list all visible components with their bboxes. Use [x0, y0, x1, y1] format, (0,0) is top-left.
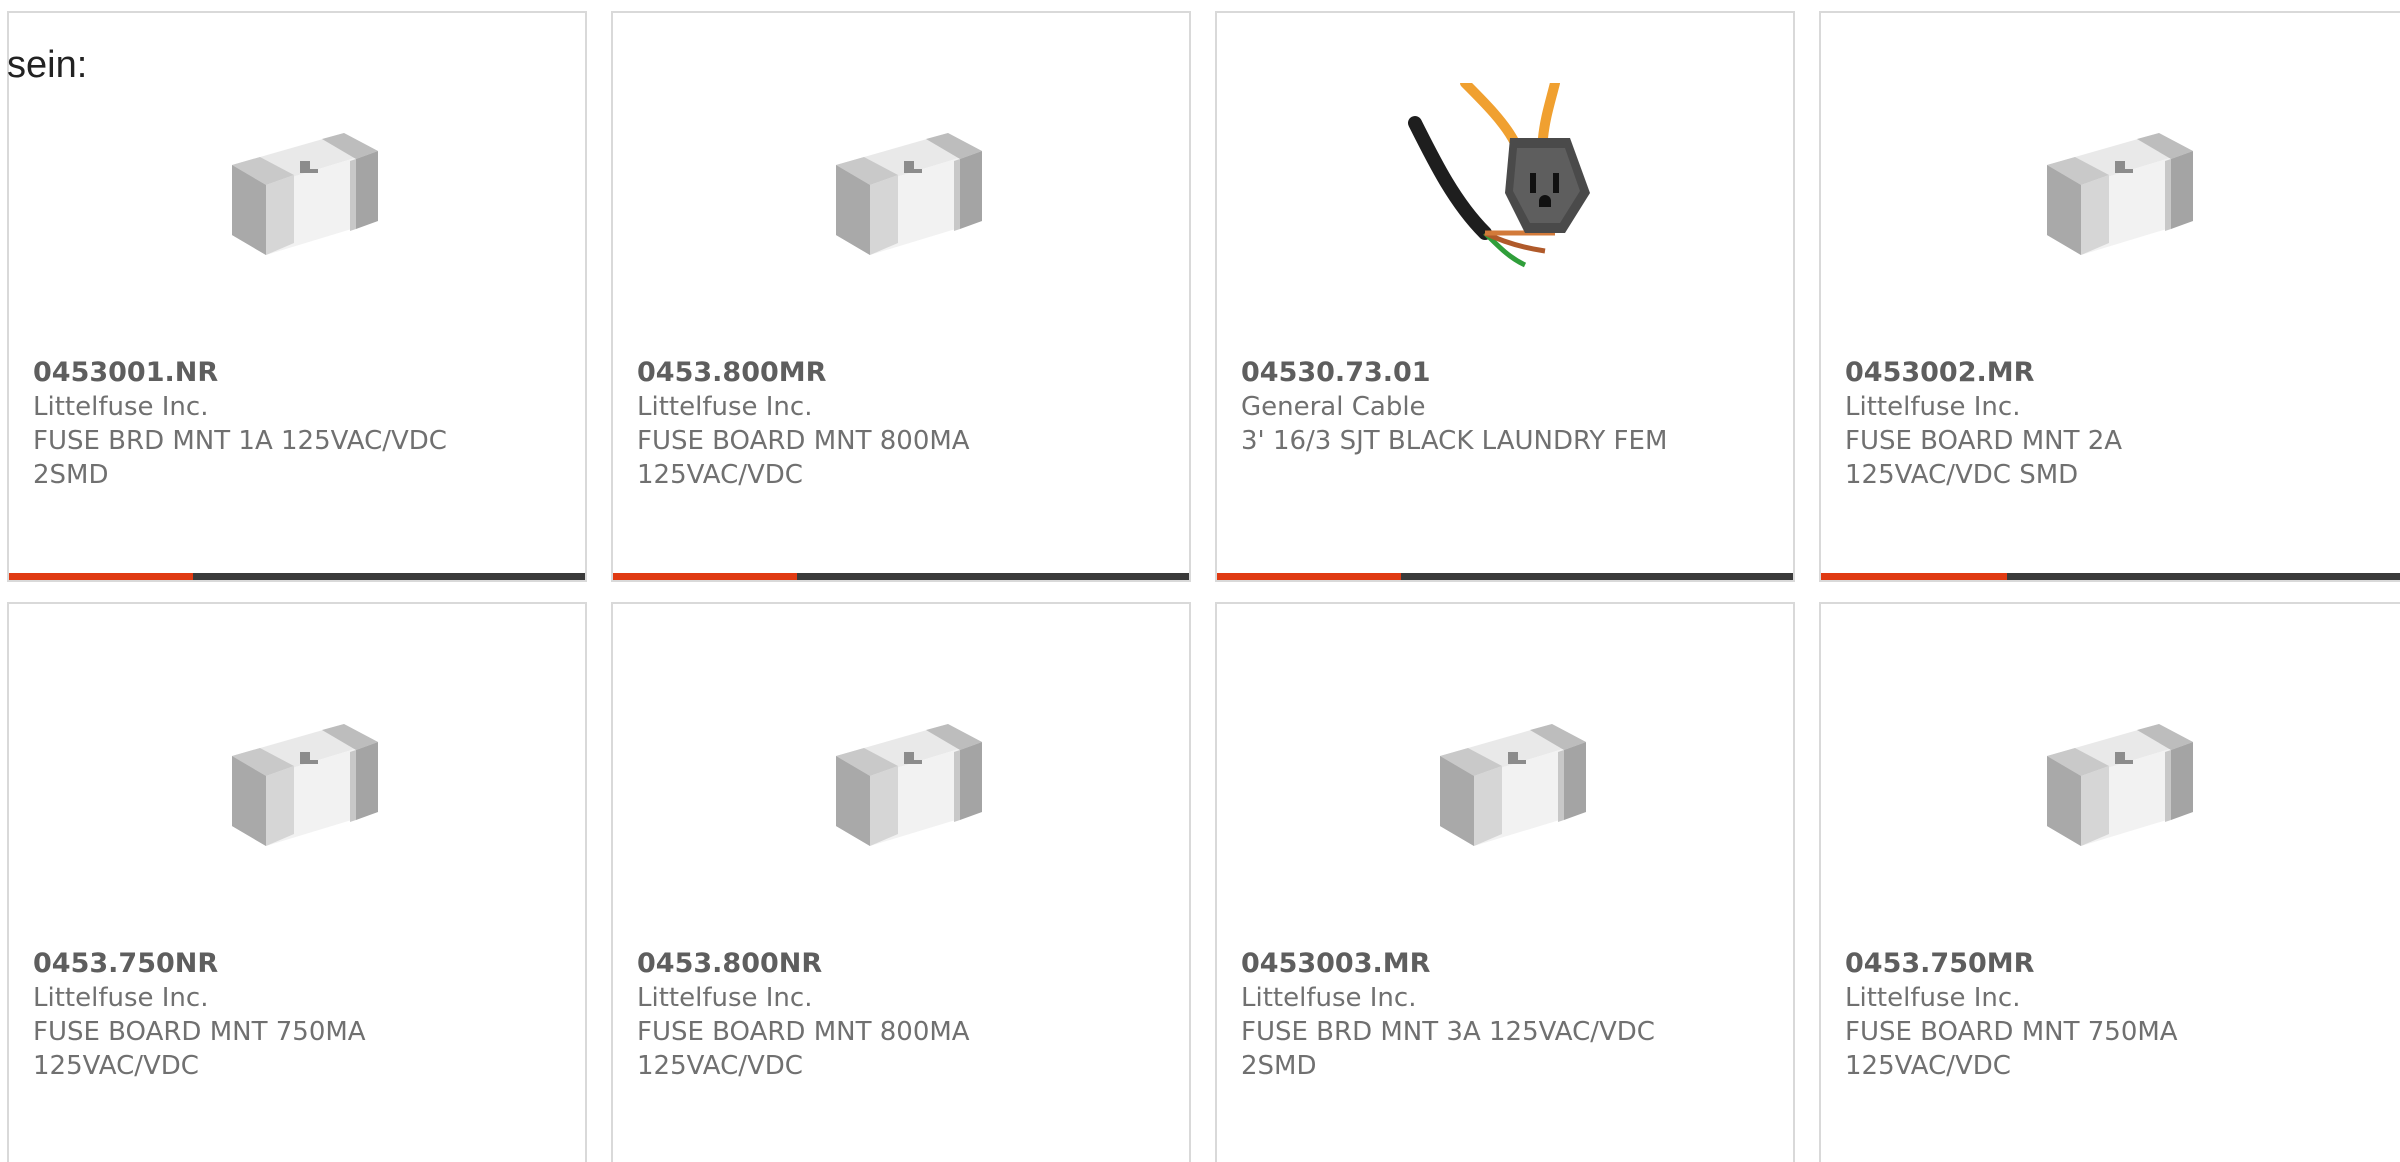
product-description: FUSE BOARD MNT 800MA 125VAC/VDC — [637, 1017, 970, 1081]
manufacturer-name: Littelfuse Inc. — [637, 392, 813, 422]
smd-fuse-image[interactable] — [613, 73, 1189, 293]
product-info: 0453003.MR Littelfuse Inc. FUSE BRD MNT 3A… — [1241, 947, 1773, 1083]
product-description: FUSE BOARD MNT 800MA 125VAC/VDC — [637, 426, 970, 490]
overlay-label: sein: — [7, 44, 88, 86]
card-progress-fill — [9, 573, 194, 580]
product-description: FUSE BOARD MNT 750MA 125VAC/VDC — [1845, 1017, 2178, 1081]
manufacturer-name: Littelfuse Inc. — [1845, 983, 2021, 1013]
product-card[interactable]: 04530.73.01 General Cable 3' 16/3 SJT BLAC… — [1215, 11, 1795, 582]
smd-fuse-image[interactable] — [1217, 664, 1793, 884]
smd-fuse-image[interactable] — [613, 664, 1189, 884]
product-description: FUSE BRD MNT 1A 125VAC/VDC 2SMD — [33, 426, 447, 490]
card-progress-bar — [1217, 573, 1793, 580]
manufacturer-name: Littelfuse Inc. — [1241, 983, 1417, 1013]
product-description: FUSE BOARD MNT 750MA 125VAC/VDC — [33, 1017, 366, 1081]
part-number-link[interactable]: 04530.73.01 — [1241, 356, 1773, 390]
smd-fuse-image[interactable] — [9, 664, 585, 884]
part-number-link[interactable]: 0453001.NR — [33, 356, 565, 390]
product-card[interactable]: 0453.750MR Littelfuse Inc. FUSE BOARD MNT … — [1819, 602, 2400, 1162]
card-progress-bar — [9, 573, 585, 580]
part-number-link[interactable]: 0453.800MR — [637, 356, 1169, 390]
product-info: 0453.750NR Littelfuse Inc. FUSE BOARD MNT … — [33, 947, 565, 1083]
manufacturer-name: Littelfuse Inc. — [33, 392, 209, 422]
manufacturer-name: General Cable — [1241, 392, 1426, 422]
part-number-link[interactable]: 0453.800NR — [637, 947, 1169, 981]
product-grid-page: sein: 0453001.NR Littelfuse Inc. FUSE BRD … — [0, 0, 2400, 1162]
product-description: FUSE BOARD MNT 2A 125VAC/VDC SMD — [1845, 426, 2123, 490]
product-description: 3' 16/3 SJT BLACK LAUNDRY FEM — [1241, 426, 1668, 456]
product-card[interactable]: 0453.800MR Littelfuse Inc. FUSE BOARD MNT … — [611, 11, 1191, 582]
part-number-link[interactable]: 0453.750NR — [33, 947, 565, 981]
product-card[interactable]: 0453.800NR Littelfuse Inc. FUSE BOARD MNT … — [611, 602, 1191, 1162]
card-progress-fill — [1217, 573, 1402, 580]
product-card[interactable]: 0453003.MR Littelfuse Inc. FUSE BRD MNT 3A… — [1215, 602, 1795, 1162]
product-grid: 0453001.NR Littelfuse Inc. FUSE BRD MNT 1A… — [7, 11, 2400, 1162]
card-progress-bar — [1821, 573, 2400, 580]
product-info: 0453001.NR Littelfuse Inc. FUSE BRD MNT 1A… — [33, 356, 565, 492]
product-description: FUSE BRD MNT 3A 125VAC/VDC 2SMD — [1241, 1017, 1655, 1081]
smd-fuse-image[interactable] — [1821, 73, 2400, 293]
product-card[interactable]: 0453.750NR Littelfuse Inc. FUSE BOARD MNT … — [7, 602, 587, 1162]
product-info: 04530.73.01 General Cable 3' 16/3 SJT BLAC… — [1241, 356, 1773, 458]
product-info: 0453.800NR Littelfuse Inc. FUSE BOARD MNT … — [637, 947, 1169, 1083]
product-info: 0453.750MR Littelfuse Inc. FUSE BOARD MNT … — [1845, 947, 2383, 1083]
card-progress-bar — [613, 573, 1189, 580]
card-progress-fill — [1821, 573, 2008, 580]
product-info: 0453.800MR Littelfuse Inc. FUSE BOARD MNT … — [637, 356, 1169, 492]
card-progress-fill — [613, 573, 798, 580]
product-card[interactable]: 0453002.MR Littelfuse Inc. FUSE BOARD MNT … — [1819, 11, 2400, 582]
manufacturer-name: Littelfuse Inc. — [1845, 392, 2021, 422]
manufacturer-name: Littelfuse Inc. — [33, 983, 209, 1013]
manufacturer-name: Littelfuse Inc. — [637, 983, 813, 1013]
smd-fuse-image[interactable] — [9, 73, 585, 293]
part-number-link[interactable]: 0453003.MR — [1241, 947, 1773, 981]
part-number-link[interactable]: 0453.750MR — [1845, 947, 2383, 981]
product-card[interactable]: 0453001.NR Littelfuse Inc. FUSE BRD MNT 1A… — [7, 11, 587, 582]
product-info: 0453002.MR Littelfuse Inc. FUSE BOARD MNT … — [1845, 356, 2383, 492]
power-cord-image[interactable] — [1217, 73, 1793, 293]
part-number-link[interactable]: 0453002.MR — [1845, 356, 2383, 390]
smd-fuse-image[interactable] — [1821, 664, 2400, 884]
